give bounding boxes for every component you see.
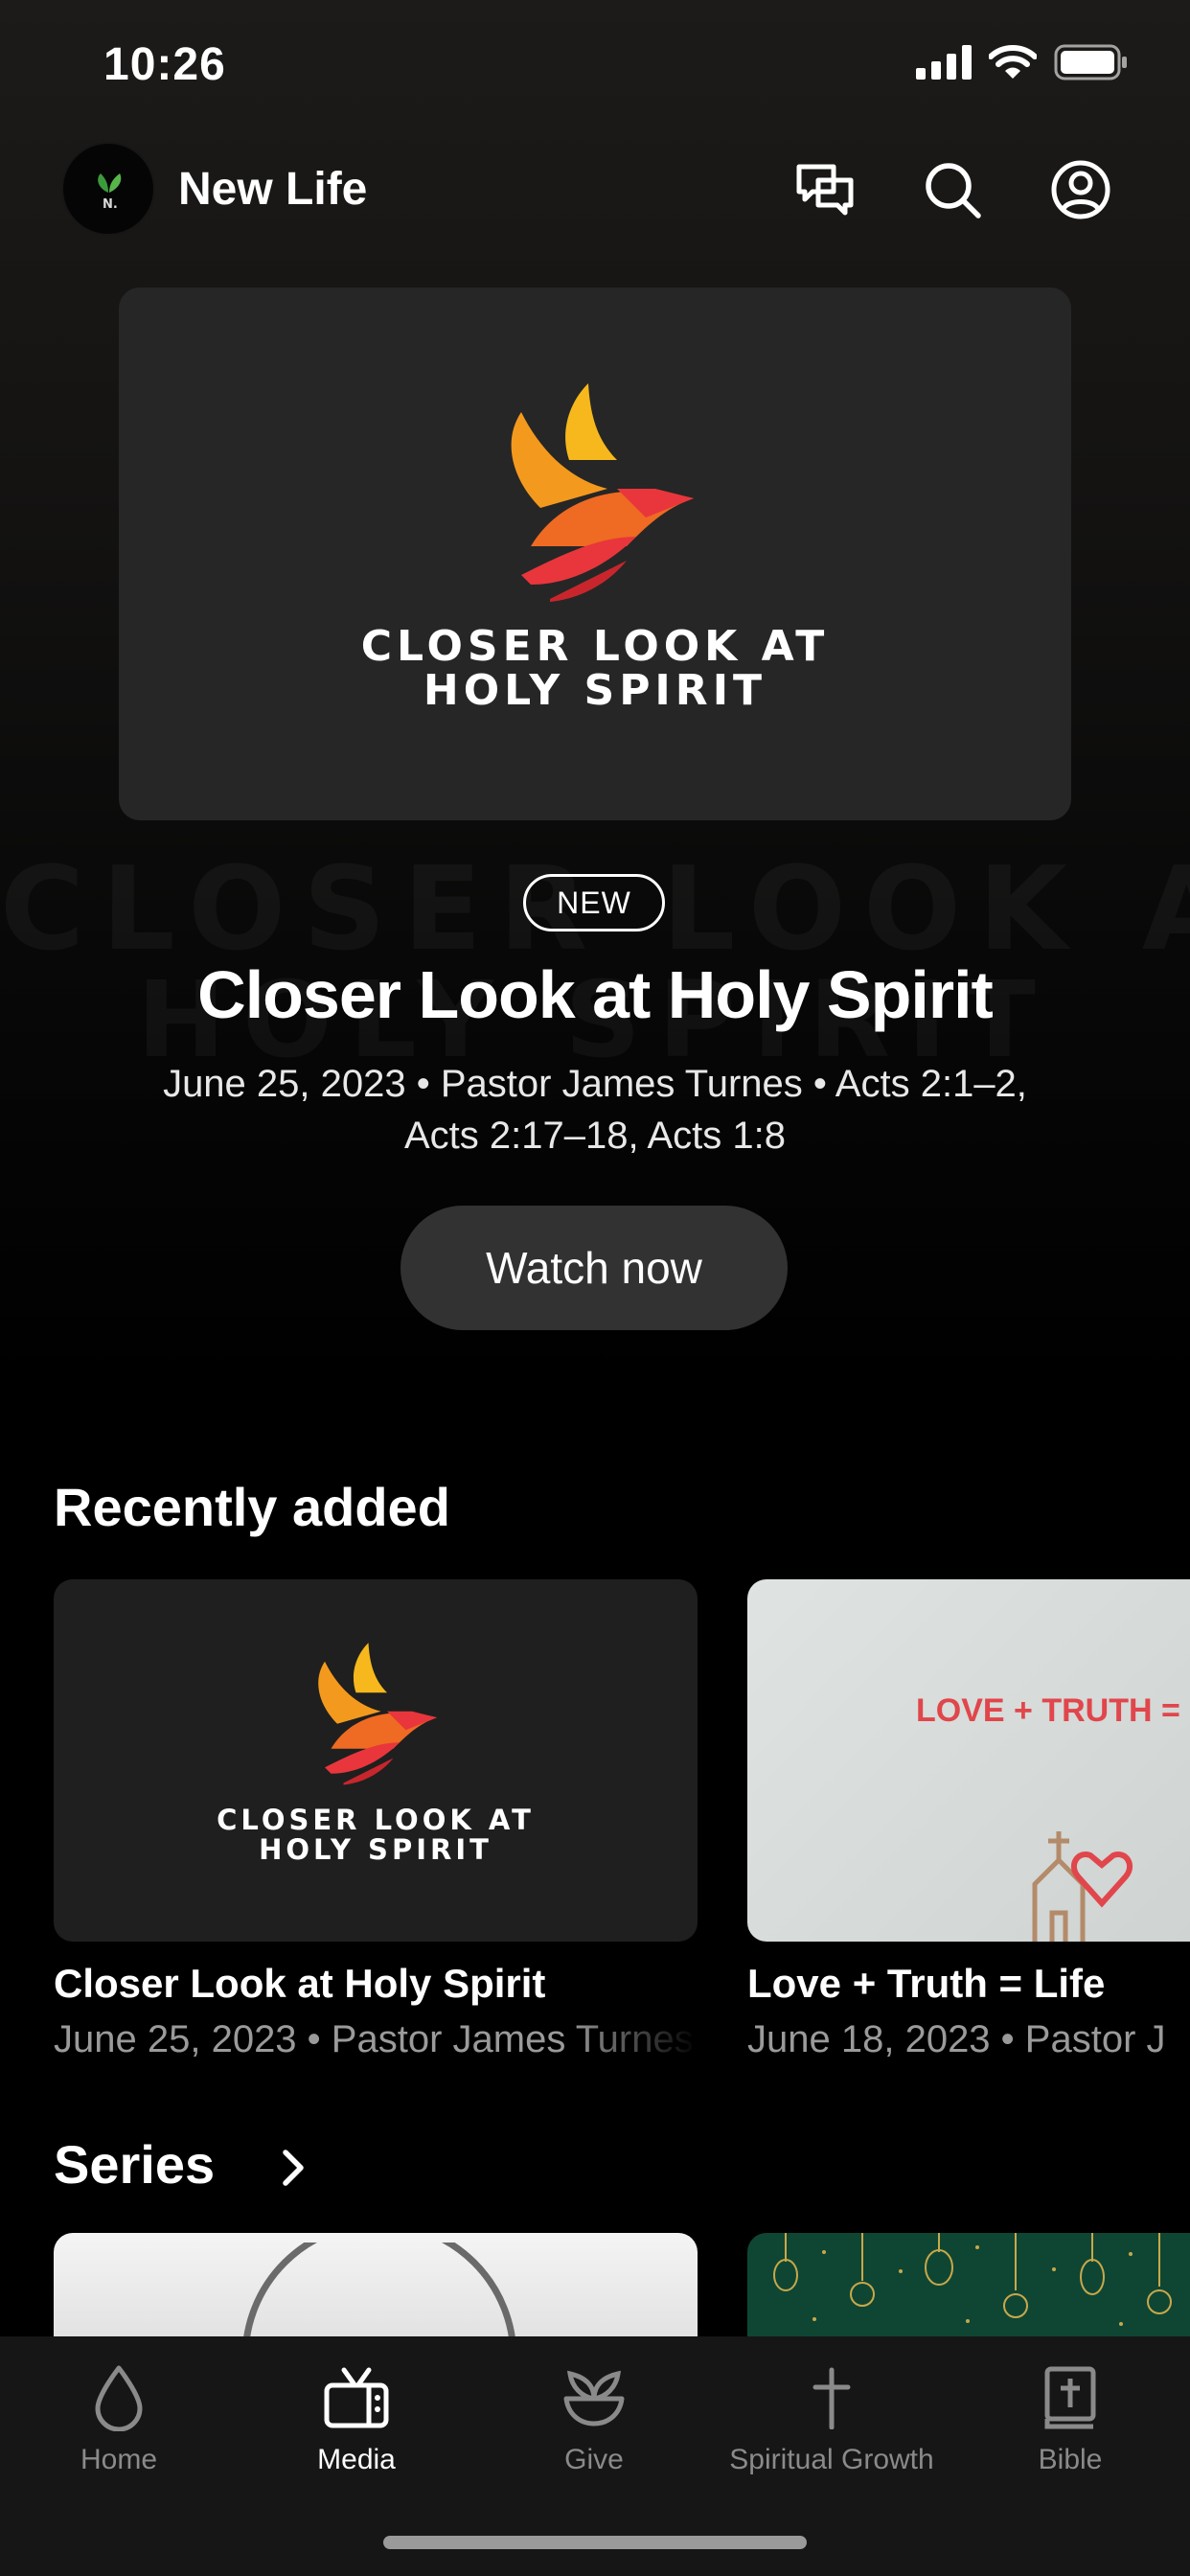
cellular-signal-icon (916, 45, 972, 80)
tab-media[interactable]: Media (238, 2359, 475, 2476)
profile-button[interactable] (1046, 155, 1115, 224)
status-bar: 10:26 (0, 0, 1190, 134)
tab-home-label: Home (80, 2444, 158, 2475)
card-1-art-line1: CLOSER LOOK AT (217, 1804, 535, 1836)
tv-icon (324, 2367, 389, 2428)
hero-meta-line1: June 25, 2023 • Pastor James Turnes • Ac… (163, 1063, 1027, 1105)
card-1-meta: June 25, 2023 • Pastor James Turnes (54, 2018, 694, 2060)
circle-frame-icon (242, 2242, 516, 2338)
profile-icon (1051, 160, 1110, 219)
tab-home[interactable]: Home (0, 2359, 238, 2476)
artwork-title: CLOSER LOOK AT HOLY SPIRIT (119, 625, 1071, 713)
home-indicator[interactable] (383, 2536, 807, 2549)
media-card-2[interactable]: LOVE + TRUTH = LI (747, 1579, 1190, 1942)
watch-now-button[interactable]: Watch now (400, 1206, 788, 1330)
tab-give[interactable]: Give (475, 2359, 713, 2476)
drop-icon (95, 2365, 143, 2431)
hero-meta-line2: Acts 2:17–18, Acts 1:8 (403, 1115, 787, 1157)
battery-icon (1054, 44, 1127, 80)
series-card-1[interactable] (54, 2233, 698, 2338)
new-badge: NEW (523, 874, 665, 932)
app-name: New Life (178, 164, 368, 215)
hero-meta: June 25, 2023 • Pastor James Turnes • Ac… (96, 1058, 1094, 1162)
featured-sermon-artwork[interactable]: CLOSER LOOK AT HOLY SPIRIT (119, 288, 1071, 820)
svg-text:N.: N. (103, 197, 118, 212)
tab-spiritual-growth-label: Spiritual Growth (729, 2444, 934, 2475)
card-1-art-line2: HOLY SPIRIT (259, 1833, 492, 1866)
tab-media-label: Media (317, 2444, 396, 2475)
church-logo[interactable]: N. (61, 142, 155, 236)
chat-button[interactable] (791, 155, 860, 224)
tab-spiritual-growth[interactable]: Spiritual Growth (713, 2359, 950, 2476)
cross-icon (812, 2367, 851, 2429)
ornament-pattern-icon (773, 2233, 1172, 2326)
church-heart-icon (1032, 1831, 1133, 1942)
plant-bowl-icon (563, 2370, 625, 2426)
card-2-meta: June 18, 2023 • Pastor J (747, 2018, 1166, 2060)
wifi-icon (989, 45, 1037, 79)
media-card-1[interactable]: CLOSER LOOK AT HOLY SPIRIT (54, 1579, 698, 1942)
status-time: 10:26 (103, 39, 226, 90)
card-1-title: Closer Look at Holy Spirit (54, 1961, 546, 2006)
leaf-logo-icon: N. (98, 173, 122, 212)
dove-flame-icon (318, 1643, 437, 1785)
search-button[interactable] (918, 155, 987, 224)
series-heading[interactable]: Series (54, 2133, 215, 2196)
tab-give-label: Give (564, 2444, 624, 2475)
card-2-art-text: LOVE + TRUTH = LI (916, 1692, 1190, 1729)
tab-bible-label: Bible (1038, 2444, 1103, 2475)
artwork-title-line2: HOLY SPIRIT (423, 666, 767, 715)
chevron-right-icon[interactable] (278, 2147, 309, 2189)
search-icon (926, 163, 981, 218)
tab-bible[interactable]: Bible (950, 2359, 1190, 2476)
status-icons (916, 44, 1129, 80)
card-2-title: Love + Truth = Life (747, 1961, 1106, 2006)
recently-added-heading: Recently added (54, 1477, 450, 1537)
artwork-title-line1: CLOSER LOOK AT (360, 622, 830, 671)
app-header: N. New Life (0, 142, 1190, 238)
hero-title: Closer Look at Holy Spirit (197, 957, 994, 1032)
bible-icon (1044, 2366, 1096, 2429)
card-1-art-title: CLOSER LOOK AT HOLY SPIRIT (54, 1806, 698, 1865)
series-card-2[interactable] (747, 2233, 1190, 2338)
dove-flame-icon (511, 383, 694, 602)
chat-bubbles-icon (796, 164, 854, 216)
